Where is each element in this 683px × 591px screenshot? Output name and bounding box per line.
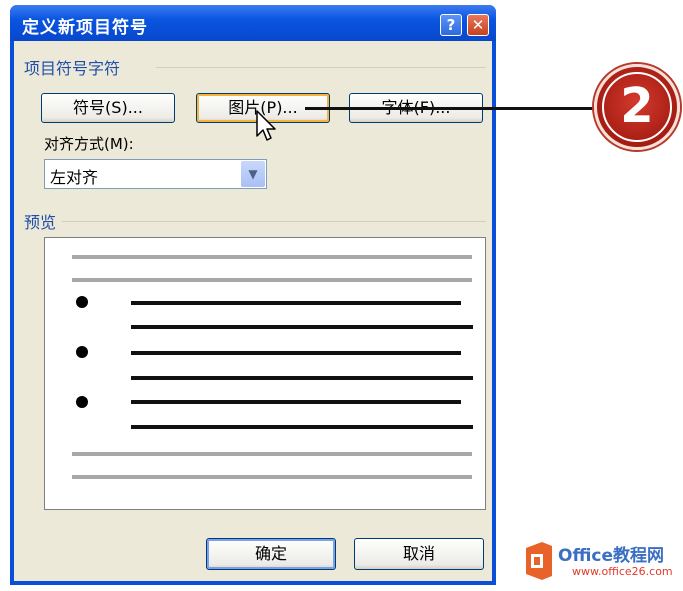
bullet-dot bbox=[76, 346, 88, 358]
preview-line bbox=[131, 301, 461, 305]
title-bar[interactable]: 定义新项目符号 ? ✕ bbox=[10, 5, 496, 41]
preview-line bbox=[72, 255, 472, 259]
preview-line bbox=[131, 425, 473, 429]
preview-line bbox=[72, 278, 472, 282]
chevron-down-icon[interactable]: ▼ bbox=[241, 161, 265, 187]
watermark: Office教程网 www.office26.com bbox=[522, 538, 682, 584]
alignment-label: 对齐方式(M): bbox=[44, 135, 134, 153]
preview-line bbox=[131, 376, 473, 380]
alignment-select[interactable]: 左对齐 ▼ bbox=[44, 159, 267, 189]
preview-line bbox=[131, 351, 461, 355]
preview-line bbox=[72, 475, 472, 479]
preview-line bbox=[131, 325, 473, 329]
bullet-char-group-label: 项目符号字符 bbox=[24, 59, 121, 78]
cancel-button[interactable]: 取消 bbox=[354, 538, 484, 570]
preview-group-label: 预览 bbox=[24, 213, 57, 232]
step-number: 2 bbox=[602, 72, 672, 142]
close-button[interactable]: ✕ bbox=[467, 14, 489, 36]
preview-line bbox=[131, 400, 461, 404]
dialog-title: 定义新项目符号 bbox=[22, 18, 148, 38]
preview-line bbox=[72, 452, 472, 456]
bullet-dot bbox=[76, 396, 88, 408]
group-divider bbox=[62, 221, 486, 222]
define-bullet-dialog: 定义新项目符号 ? ✕ 项目符号字符 符号(S)... 图片(P)... 字体(… bbox=[10, 5, 496, 585]
dialog-body: 项目符号字符 符号(S)... 图片(P)... 字体(F)... 对齐方式(M… bbox=[14, 41, 492, 581]
ok-button[interactable]: 确定 bbox=[206, 538, 336, 570]
bullet-dot bbox=[76, 296, 88, 308]
step-badge: 2 bbox=[594, 64, 680, 150]
mouse-pointer-icon bbox=[256, 110, 276, 141]
alignment-selected-value: 左对齐 bbox=[50, 168, 99, 187]
office-logo-icon bbox=[526, 542, 552, 580]
watermark-url: www.office26.com bbox=[572, 565, 673, 578]
help-button[interactable]: ? bbox=[440, 14, 462, 36]
preview-pane bbox=[44, 237, 486, 510]
group-divider bbox=[156, 67, 486, 68]
callout-line bbox=[305, 107, 605, 110]
watermark-title: Office教程网 bbox=[558, 546, 665, 566]
symbol-button[interactable]: 符号(S)... bbox=[41, 93, 175, 123]
